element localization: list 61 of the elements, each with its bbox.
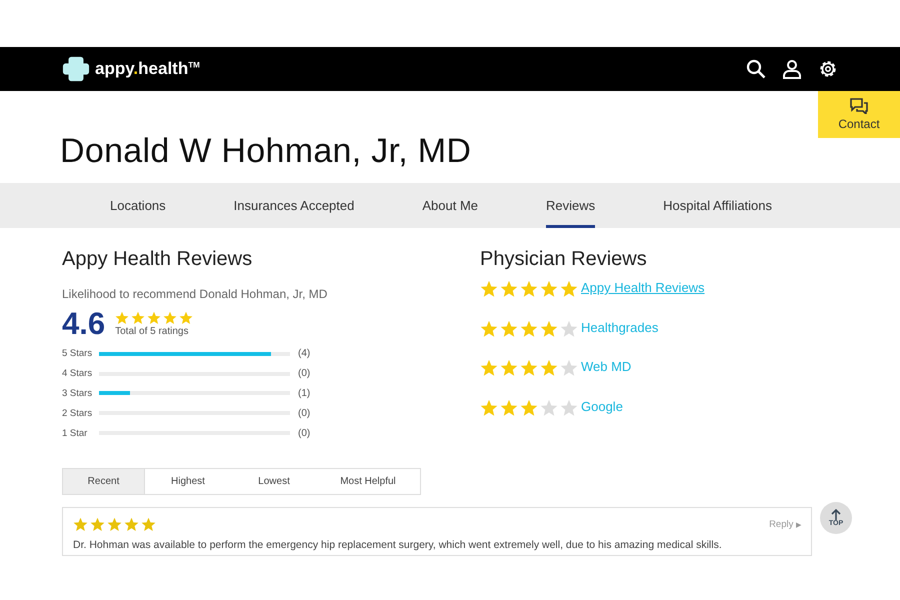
search-icon[interactable] — [746, 59, 766, 79]
star-level-label: 1 Star — [62, 428, 88, 439]
star-icon — [540, 280, 558, 298]
star-icon — [163, 311, 178, 325]
star-icon — [500, 398, 518, 416]
star-icon — [560, 398, 578, 416]
star-icon — [107, 516, 122, 532]
user-icon[interactable] — [782, 59, 802, 79]
star-icon — [73, 516, 88, 532]
sort-tab[interactable]: Recent — [63, 468, 145, 494]
cross-logo-icon — [62, 55, 90, 83]
star-level-label: 5 Stars — [62, 348, 94, 360]
star-icon — [520, 359, 538, 377]
contact-button[interactable]: Contact — [818, 91, 900, 138]
average-score: 4.6 — [62, 306, 106, 342]
nav-tab[interactable]: Hospital Affiliations — [663, 183, 772, 228]
star-icon — [90, 516, 105, 532]
star-level-label: 2 Stars — [62, 408, 94, 419]
star-icon — [480, 359, 498, 377]
nav-tab[interactable]: Insurances Accepted — [234, 183, 354, 228]
star-icon — [500, 320, 518, 338]
star-icon — [520, 320, 538, 338]
star-icon — [540, 320, 558, 338]
star-icon — [124, 516, 139, 532]
star-icon — [560, 280, 578, 298]
recommend-label: Likelihood to recommend Donald Hohman, Jr, MD — [62, 287, 328, 301]
chat-icon — [850, 98, 868, 114]
star-icon — [179, 311, 194, 325]
star-icon — [480, 398, 498, 416]
nav-tab[interactable]: Reviews — [546, 183, 596, 228]
section-heading: Appy Health Reviews — [62, 248, 254, 271]
star-icon — [540, 398, 558, 416]
star-icon — [560, 359, 578, 377]
ratings-total: Total of 5 ratings — [115, 326, 190, 337]
section-heading: Physician Reviews — [480, 248, 648, 271]
rating-count: (0) — [298, 428, 310, 439]
star-icon — [115, 311, 130, 325]
arrow-up-icon — [831, 508, 841, 520]
star-icon — [500, 280, 518, 298]
nav-tab[interactable]: Locations — [110, 183, 166, 228]
star-icon — [141, 516, 156, 532]
star-icon — [520, 398, 538, 416]
rating-count: (4) — [298, 348, 310, 360]
star-icon — [520, 280, 538, 298]
rating-count: (0) — [298, 408, 310, 419]
star-icon — [560, 320, 578, 338]
rating-count: (0) — [298, 368, 310, 380]
review-text: Dr. Hohman was available to perform the emergency hip replacement surgery, which went extremely well, due to his amazing medical skills. — [73, 538, 723, 551]
logo-text: appy.health$^{TM}$ — [95, 59, 200, 79]
star-icon — [540, 359, 558, 377]
star-level-label: 4 Stars — [62, 368, 94, 380]
star-icon — [131, 311, 146, 325]
doctor-name: Donald W Hohman, Jr, MD — [60, 132, 472, 171]
settings-icon[interactable] — [818, 59, 838, 79]
star-icon — [500, 359, 518, 377]
star-icon — [480, 280, 498, 298]
rating-count: (1) — [298, 388, 310, 399]
star-icon — [480, 320, 498, 338]
nav-tab[interactable]: About Me — [422, 183, 478, 228]
star-level-label: 3 Stars — [62, 388, 94, 399]
star-icon — [147, 311, 162, 325]
